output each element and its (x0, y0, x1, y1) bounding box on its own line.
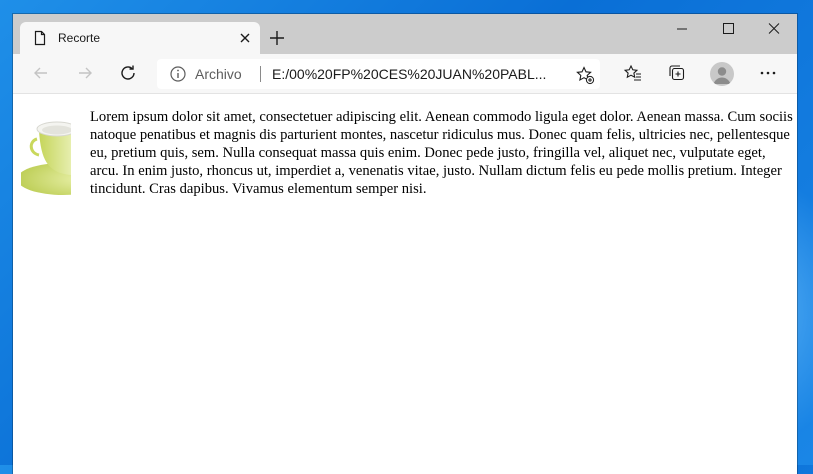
tab-title: Recorte (58, 31, 101, 45)
tab-recorte[interactable]: Recorte (20, 22, 260, 54)
info-icon[interactable] (169, 65, 187, 83)
body-paragraph: Lorem ipsum dolor sit amet, consectetuer… (90, 109, 793, 197)
collections-icon[interactable] (667, 63, 687, 83)
browser-window: Recorte Archivo E:/00%20FP%20CES%20JUAN%… (13, 14, 797, 474)
more-icon[interactable] (758, 63, 778, 83)
favorites-icon[interactable] (623, 63, 643, 83)
cup-image (17, 109, 109, 197)
page-icon (32, 30, 48, 46)
address-divider (260, 66, 261, 82)
minimize-icon (677, 28, 687, 30)
page-content: Lorem ipsum dolor sit amet, consectetuer… (13, 94, 797, 474)
plus-icon[interactable] (268, 29, 286, 47)
url-text[interactable]: E:/00%20FP%20CES%20JUAN%20PABL... (272, 66, 546, 82)
maximize-icon (723, 23, 734, 34)
close-icon (768, 23, 780, 34)
forward-arrow-icon[interactable] (75, 63, 95, 83)
tab-strip: Recorte (13, 14, 797, 54)
refresh-icon[interactable] (118, 63, 138, 83)
address-bar[interactable]: Archivo E:/00%20FP%20CES%20JUAN%20PABL..… (157, 59, 600, 89)
maximize-button[interactable] (705, 14, 751, 44)
add-favorite-icon[interactable] (575, 65, 595, 85)
close-icon[interactable] (236, 29, 254, 47)
close-window-button[interactable] (751, 14, 797, 44)
toolbar: Archivo E:/00%20FP%20CES%20JUAN%20PABL..… (13, 54, 797, 94)
minimize-button[interactable] (659, 14, 705, 44)
profile-icon[interactable] (710, 62, 734, 86)
site-info-label[interactable]: Archivo (195, 66, 242, 82)
back-arrow-icon[interactable] (31, 63, 51, 83)
